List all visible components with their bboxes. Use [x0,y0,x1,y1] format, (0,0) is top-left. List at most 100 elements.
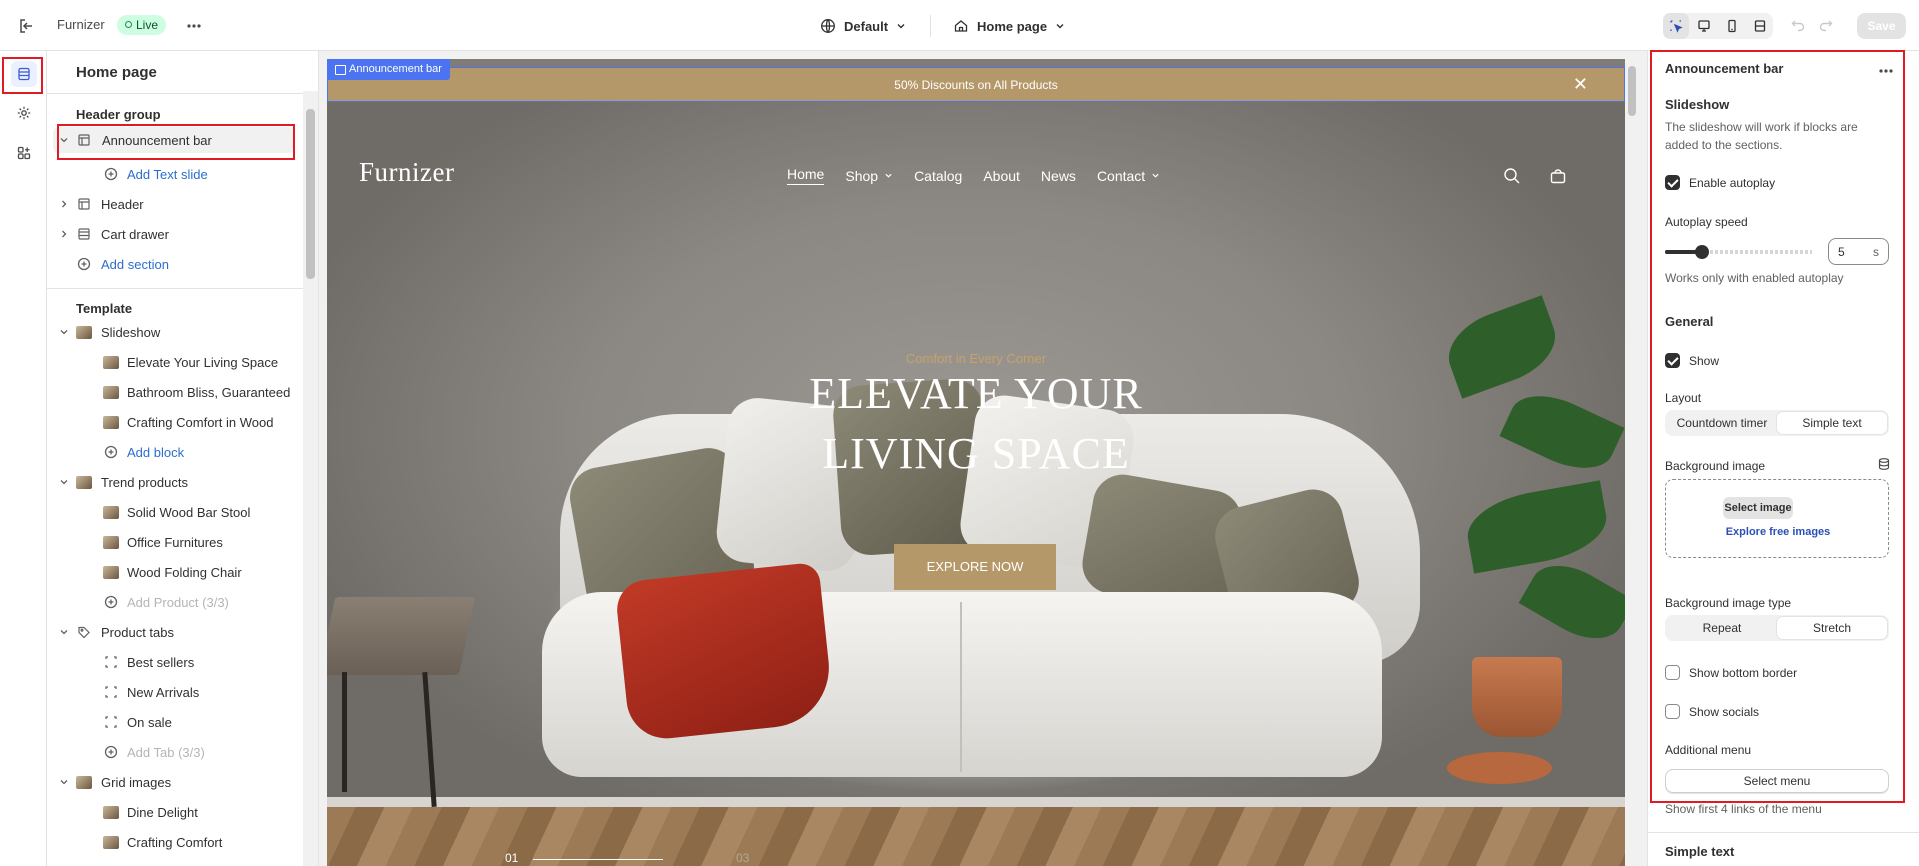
block-item[interactable]: Crafting Comfort [47,829,303,855]
enable-autoplay-checkbox[interactable] [1665,175,1680,190]
theme-label: Default [844,18,889,34]
select-menu-button[interactable]: Select menu [1665,769,1889,793]
sections-panel: Home page Header group Announcement bar … [47,51,319,866]
show-bottom-border-checkbox[interactable] [1665,665,1680,680]
show-socials-checkbox[interactable] [1665,704,1680,719]
block-item[interactable]: Solid Wood Bar Stool [47,499,303,525]
search-icon[interactable] [1503,167,1521,185]
bg-image-label: Background image [1665,459,1766,473]
add-text-slide-button[interactable]: Add Text slide [47,161,303,187]
slide-total: 03 [736,851,750,865]
layout-option-simple-text[interactable]: Simple text [1777,412,1887,434]
chevron-down-icon[interactable] [59,135,69,145]
mobile-icon[interactable] [1719,13,1745,39]
block-label: Dine Delight [127,804,198,820]
select-image-button[interactable]: Select image [1723,497,1793,519]
page-label: Home page [977,18,1048,34]
gear-icon[interactable] [11,100,37,126]
nav-home[interactable]: Home [787,166,825,185]
autoplay-speed-label: Autoplay speed [1665,215,1748,229]
block-item[interactable]: Crafting Comfort in Wood [47,409,303,435]
section-trend-products[interactable]: Trend products [47,469,303,495]
block-item[interactable]: Wood Folding Chair [47,559,303,585]
image-icon [103,504,119,520]
image-dropzone[interactable]: Select image Explore free images [1665,479,1889,558]
announcement-bar[interactable]: 50% Discounts on All Products ✕ [327,67,1625,102]
undo-icon[interactable] [1790,16,1806,32]
block-item[interactable]: Bathroom Bliss, Guaranteed [47,379,303,405]
nav-shop[interactable]: Shop [845,166,893,185]
hero-slide: Furnizer Home Shop Catalog About News Co… [327,102,1625,866]
block-item[interactable]: New Arrivals [47,679,303,705]
slideshow-help: The slideshow will work if blocks are ad… [1665,120,1858,152]
image-icon [103,414,119,430]
bg-type-option-stretch[interactable]: Stretch [1777,617,1887,639]
add-section-label: Add section [101,256,169,272]
scrollbar[interactable] [1625,51,1639,866]
section-grid-images[interactable]: Grid images [47,769,303,795]
plant-pot [1472,657,1562,737]
section-cart-drawer[interactable]: Cart drawer [47,221,303,247]
autoplay-help: Works only with enabled autoplay [1665,271,1844,285]
chevron-down-icon[interactable] [59,627,69,637]
theme-selector[interactable]: Default [820,15,906,37]
explore-now-button[interactable]: EXPLORE NOW [894,544,1056,590]
nav-news[interactable]: News [1041,166,1076,185]
show-checkbox[interactable] [1665,353,1680,368]
explore-free-images-link[interactable]: Explore free images [1666,526,1890,538]
block-item[interactable]: Dine Delight [47,799,303,825]
autoplay-speed-input[interactable]: 5 s [1828,238,1889,265]
layout-label: Layout [1665,391,1702,405]
bg-type-option-repeat[interactable]: Repeat [1667,617,1777,639]
save-button[interactable]: Save [1857,13,1906,39]
section-slideshow[interactable]: Slideshow [47,319,303,345]
layout-option-countdown[interactable]: Countdown timer [1667,412,1777,434]
chevron-down-icon[interactable] [59,477,69,487]
exit-icon[interactable] [17,16,37,36]
chevron-right-icon[interactable] [59,229,69,239]
nav-catalog[interactable]: Catalog [914,166,962,185]
block-item[interactable]: Office Furnitures [47,529,303,555]
block-item[interactable]: On sale [47,709,303,735]
apps-icon[interactable] [11,140,37,166]
section-announcement-bar[interactable]: Announcement bar [53,127,294,153]
redo-icon[interactable] [1818,16,1834,32]
image-icon [103,534,119,550]
block-item[interactable]: Best sellers [47,649,303,675]
page-selector[interactable]: Home page [953,15,1065,37]
section-header[interactable]: Header [47,191,303,217]
block-label: Crafting Comfort in Wood [127,414,274,430]
autoplay-speed-value: 5 [1838,245,1845,259]
fullscreen-icon[interactable] [1747,13,1773,39]
left-rail [0,51,47,866]
store-logo[interactable]: Furnizer [359,157,454,188]
chevron-right-icon[interactable] [59,199,69,209]
block-item[interactable]: Elevate Your Living Space [47,349,303,375]
template-title: Template [76,301,133,316]
settings-title: Announcement bar [1665,61,1784,76]
close-icon[interactable]: ✕ [1573,68,1588,101]
section-product-tabs[interactable]: Product tabs [47,619,303,645]
divider [47,288,303,289]
home-icon [954,20,968,32]
chevron-down-icon[interactable] [59,327,69,337]
inspector-icon[interactable] [1663,13,1689,39]
desktop-icon[interactable] [1691,13,1717,39]
add-block-button[interactable]: Add block [47,439,303,465]
scrollbar[interactable] [303,91,318,866]
section-label: Cart drawer [101,226,169,242]
side-table [327,597,476,675]
cart-icon[interactable] [1549,167,1567,185]
nav-about[interactable]: About [983,166,1020,185]
nav-contact[interactable]: Contact [1097,166,1160,185]
add-section-button[interactable]: Add section [47,251,303,277]
more-options-icon[interactable] [184,16,204,36]
chevron-down-icon[interactable] [59,777,69,787]
slider-thumb[interactable] [1694,245,1709,259]
block-label: Office Furnitures [127,534,223,550]
database-icon[interactable] [1877,457,1891,471]
more-options-icon[interactable] [1876,61,1896,81]
block-label: Wood Folding Chair [127,564,242,580]
image-icon [76,474,92,490]
sections-icon[interactable] [11,61,37,87]
